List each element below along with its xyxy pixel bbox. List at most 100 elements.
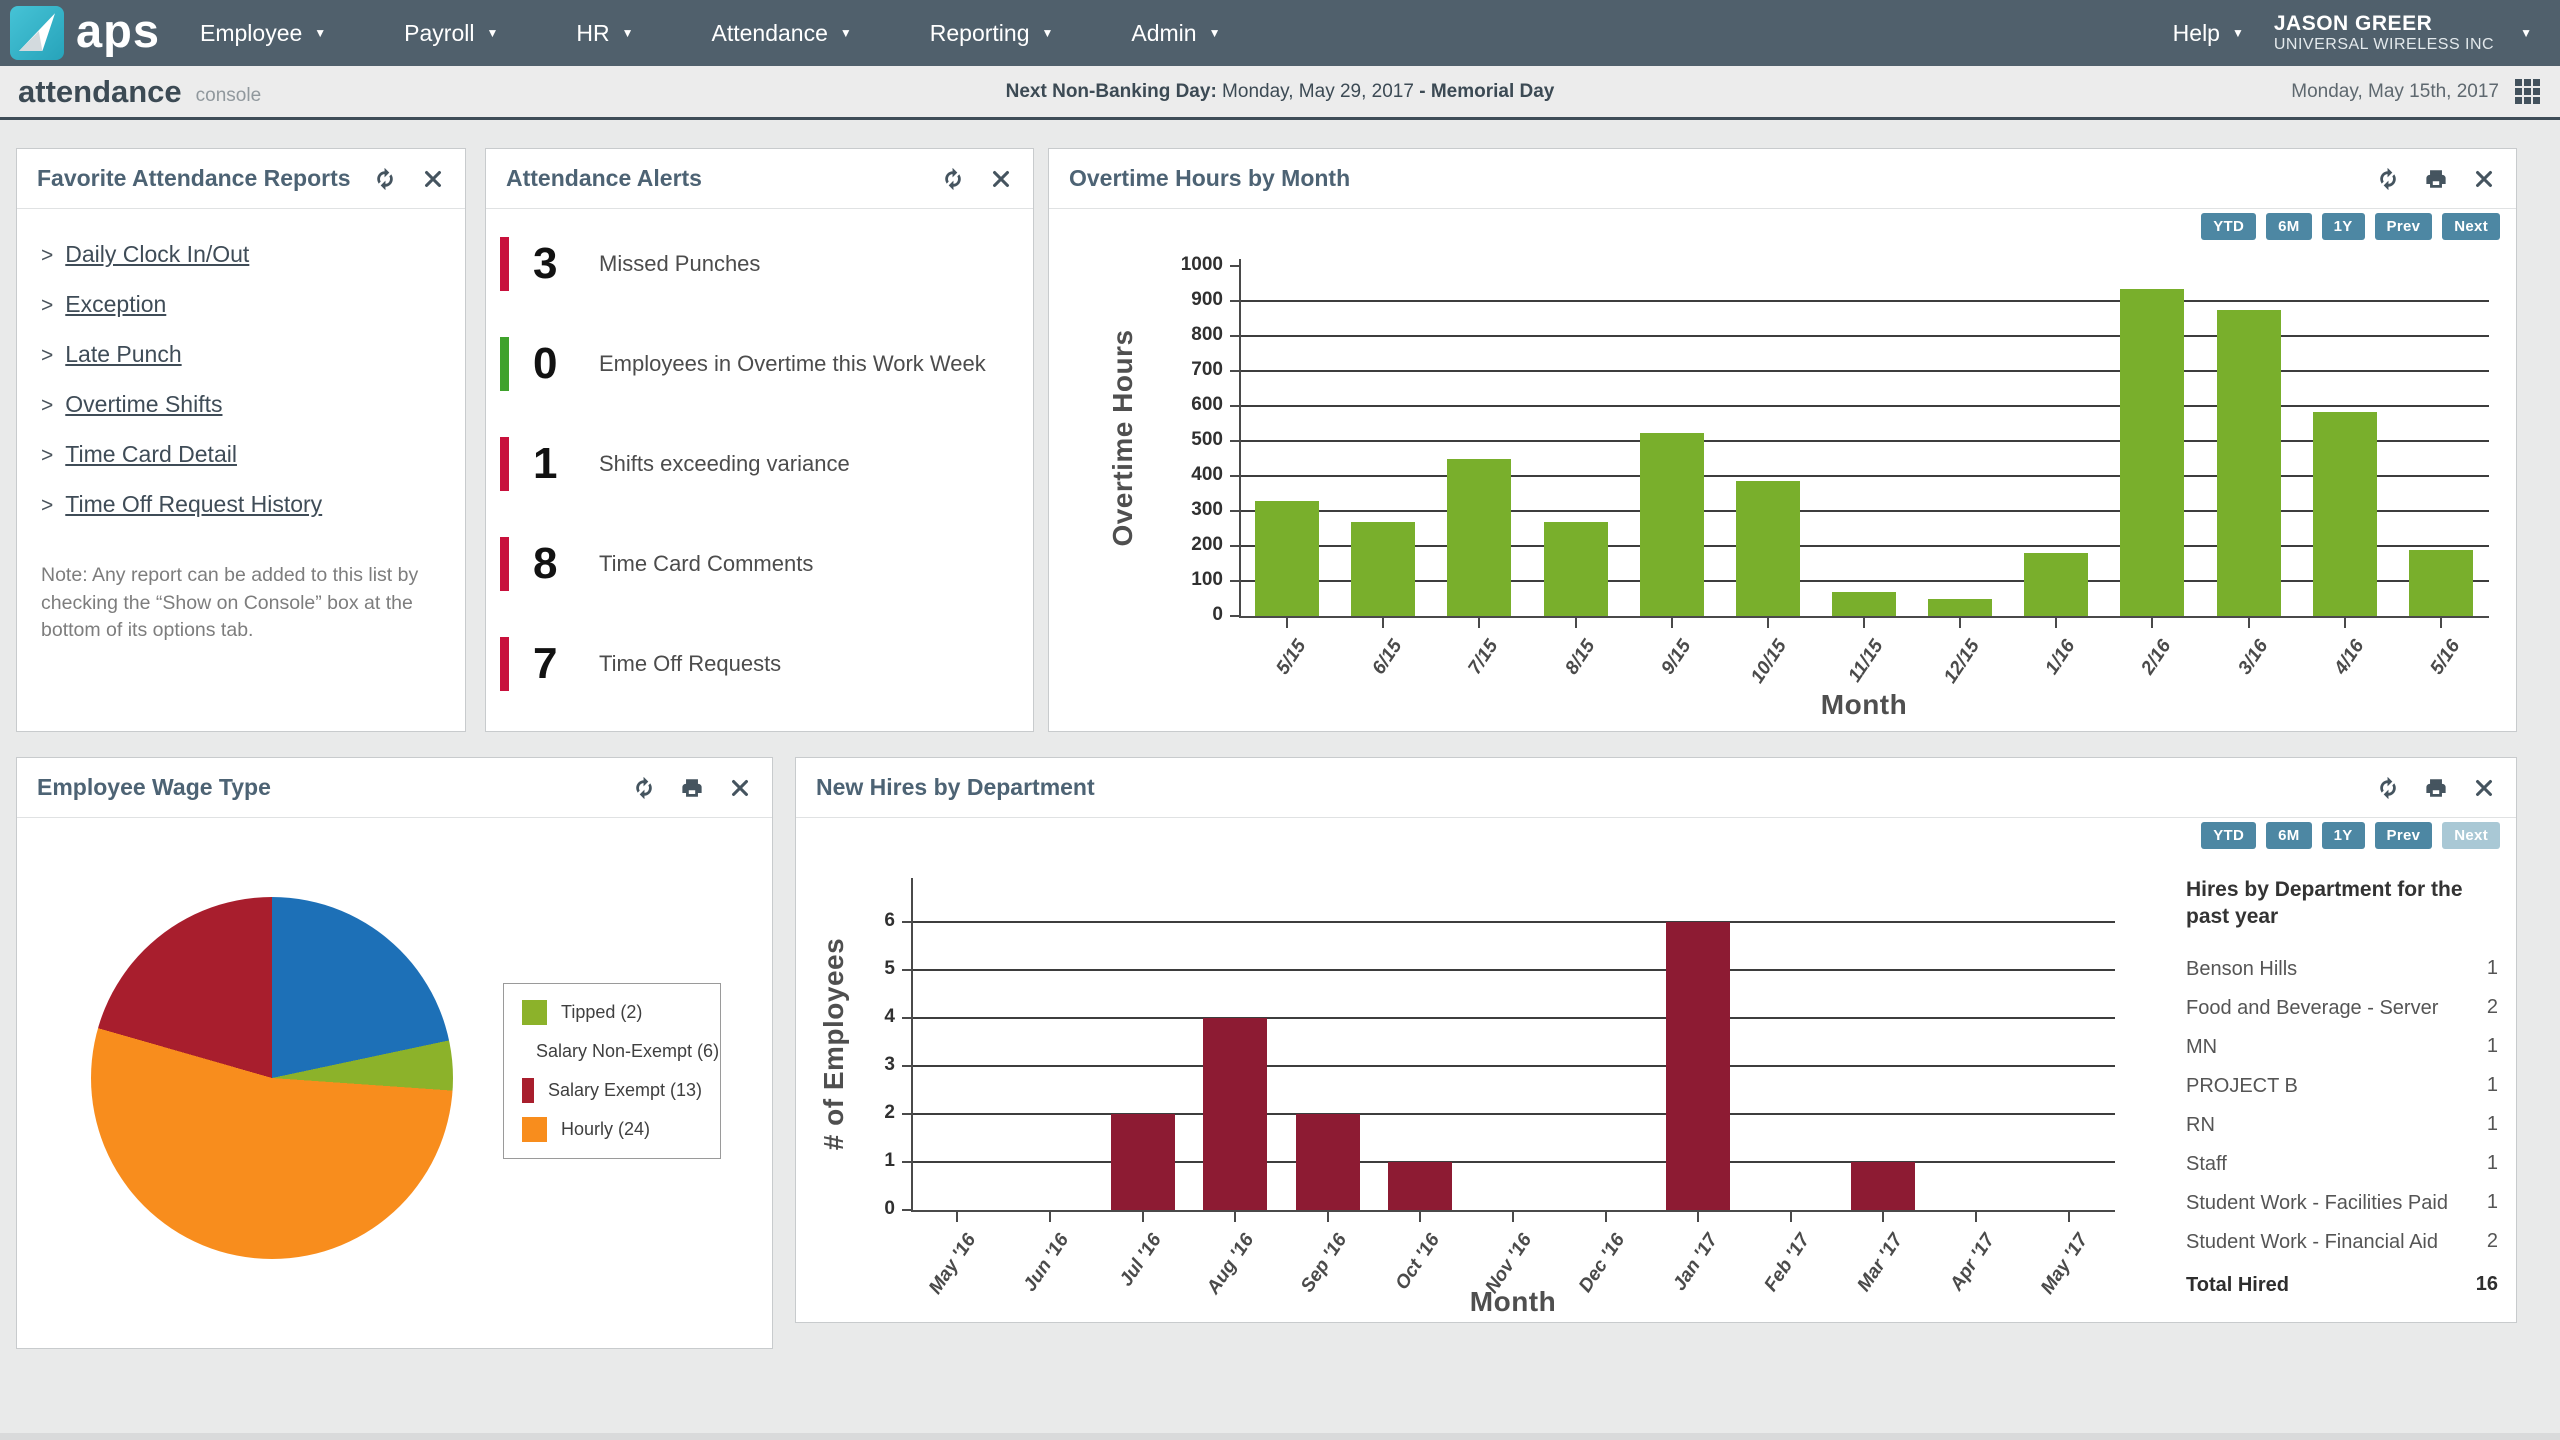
x-tick-label-text: 5/15 bbox=[1272, 636, 1311, 679]
y-tick-label: 6 bbox=[825, 910, 895, 932]
y-tick-label: 1000 bbox=[1153, 254, 1223, 276]
menu-payroll[interactable]: Payroll▼ bbox=[404, 20, 498, 47]
x-tick bbox=[1478, 618, 1480, 628]
x-tick bbox=[2344, 618, 2346, 628]
y-tick-label: 100 bbox=[1153, 569, 1223, 591]
y-tick-label: 800 bbox=[1153, 324, 1223, 346]
menu-label: Admin bbox=[1131, 20, 1196, 47]
alert-label: Time Card Comments bbox=[599, 551, 813, 577]
x-tick-label-text: 5/16 bbox=[2426, 636, 2465, 679]
bar-515 bbox=[1255, 501, 1319, 617]
range-button-1y[interactable]: 1Y bbox=[2322, 213, 2365, 240]
close-icon[interactable] bbox=[989, 167, 1013, 191]
gt-bullet-icon: > bbox=[41, 294, 53, 318]
range-button-prev[interactable]: Prev bbox=[2375, 213, 2433, 240]
hires-summary: Hires by Department for the past year Be… bbox=[2186, 876, 2498, 1298]
refresh-icon[interactable] bbox=[2376, 167, 2400, 191]
report-link[interactable]: Time Card Detail bbox=[65, 441, 237, 468]
department-name: Benson Hills bbox=[2186, 957, 2487, 982]
alerts-list: 3Missed Punches0Employees in Overtime th… bbox=[486, 209, 1033, 691]
legend-item: Salary Non-Exempt (6) bbox=[522, 1039, 702, 1064]
menu-reporting[interactable]: Reporting▼ bbox=[930, 20, 1054, 47]
department-name: Student Work - Financial Aid bbox=[2186, 1230, 2487, 1255]
favorite-reports-list: >Daily Clock In/Out>Exception>Late Punch… bbox=[17, 209, 465, 518]
new-hires-panel: New Hires by Department YTD6M1YPrevNext … bbox=[795, 757, 2517, 1323]
refresh-icon[interactable] bbox=[632, 776, 656, 800]
attendance-alerts-header: Attendance Alerts bbox=[486, 149, 1033, 209]
x-tick-label-text: 9/15 bbox=[1657, 636, 1696, 679]
bar-Mar17 bbox=[1851, 1162, 1915, 1210]
menu-employee[interactable]: Employee▼ bbox=[200, 20, 326, 47]
alert-accent-bar bbox=[500, 537, 509, 591]
menu-attendance[interactable]: Attendance▼ bbox=[712, 20, 852, 47]
hires-summary-rows: Benson Hills1Food and Beverage - Server2… bbox=[2186, 957, 2498, 1255]
x-tick-label-text: May '17 bbox=[2037, 1230, 2093, 1299]
menu-hr[interactable]: HR▼ bbox=[576, 20, 633, 47]
report-link-row: > Exception bbox=[41, 291, 441, 318]
range-button-1y[interactable]: 1Y bbox=[2322, 822, 2365, 849]
attendance-alerts-panel: Attendance Alerts 3Missed Punches0Employ… bbox=[485, 148, 1034, 732]
refresh-icon[interactable] bbox=[373, 167, 397, 191]
range-button-6m[interactable]: 6M bbox=[2266, 822, 2311, 849]
gridline bbox=[911, 1161, 2115, 1163]
close-icon[interactable] bbox=[728, 776, 752, 800]
print-icon[interactable] bbox=[2424, 167, 2448, 191]
range-button-ytd[interactable]: YTD bbox=[2201, 213, 2256, 240]
banner-label: Next Non-Banking Day: bbox=[1006, 81, 1217, 102]
close-icon[interactable] bbox=[2472, 776, 2496, 800]
app-logo[interactable]: aps bbox=[0, 6, 186, 60]
hires-summary-title: Hires by Department for the past year bbox=[2186, 876, 2498, 931]
menu-admin[interactable]: Admin ▼ bbox=[1131, 20, 1220, 47]
help-menu[interactable]: Help ▼ bbox=[2173, 20, 2244, 47]
range-button-next[interactable]: Next bbox=[2442, 213, 2500, 240]
x-tick-label-text: May '16 bbox=[925, 1230, 981, 1299]
x-tick bbox=[1975, 1212, 1977, 1222]
close-icon[interactable] bbox=[421, 167, 445, 191]
summary-row: RN1 bbox=[2186, 1113, 2498, 1138]
bar-216 bbox=[2120, 289, 2184, 616]
x-tick bbox=[1049, 1212, 1051, 1222]
x-tick bbox=[1790, 1212, 1792, 1222]
refresh-icon[interactable] bbox=[2376, 776, 2400, 800]
report-link[interactable]: Overtime Shifts bbox=[65, 391, 222, 418]
range-button-ytd[interactable]: YTD bbox=[2201, 822, 2256, 849]
gridline bbox=[1239, 580, 2489, 582]
department-count: 1 bbox=[2487, 1035, 2498, 1060]
gridline bbox=[1239, 405, 2489, 407]
report-link[interactable]: Late Punch bbox=[65, 341, 181, 368]
new-hires-range-buttons: YTD6M1YPrevNext bbox=[2201, 822, 2500, 849]
x-tick-label-text: Mar '17 bbox=[1853, 1230, 1907, 1296]
x-tick-label-text: Jul '16 bbox=[1116, 1230, 1167, 1291]
print-icon[interactable] bbox=[2424, 776, 2448, 800]
close-icon[interactable] bbox=[2472, 167, 2496, 191]
chevron-down-icon: ▼ bbox=[1209, 27, 1221, 39]
bar-316 bbox=[2217, 310, 2281, 616]
main-menu: Employee▼Payroll▼HR▼Attendance▼Reporting… bbox=[200, 20, 1220, 47]
x-tick-label-text: Jan '17 bbox=[1669, 1230, 1723, 1295]
apps-grid-icon[interactable] bbox=[2515, 79, 2540, 104]
range-button-6m[interactable]: 6M bbox=[2266, 213, 2311, 240]
range-button-prev[interactable]: Prev bbox=[2375, 822, 2433, 849]
alert-label: Missed Punches bbox=[599, 251, 760, 277]
alert-count: 8 bbox=[533, 539, 585, 589]
y-tick-label: 400 bbox=[1153, 464, 1223, 486]
department-count: 2 bbox=[2487, 1230, 2498, 1255]
department-count: 1 bbox=[2487, 1152, 2498, 1177]
print-icon[interactable] bbox=[680, 776, 704, 800]
user-menu[interactable]: JASON GREER UNIVERSAL WIRELESS INC ▼ bbox=[2274, 12, 2532, 54]
y-tick bbox=[902, 1017, 911, 1019]
legend-label: Salary Exempt (13) bbox=[548, 1080, 702, 1101]
x-tick bbox=[1605, 1212, 1607, 1222]
menu-label: Attendance bbox=[712, 20, 828, 47]
chevron-down-icon: ▼ bbox=[486, 27, 498, 39]
page-subtitle: console bbox=[196, 77, 262, 107]
report-link[interactable]: Daily Clock In/Out bbox=[65, 241, 249, 268]
y-tick-label: 5 bbox=[825, 958, 895, 980]
overtime-header: Overtime Hours by Month bbox=[1049, 149, 2516, 209]
gt-bullet-icon: > bbox=[41, 494, 53, 518]
report-link[interactable]: Time Off Request History bbox=[65, 491, 322, 518]
department-name: Staff bbox=[2186, 1152, 2487, 1177]
summary-row: Staff1 bbox=[2186, 1152, 2498, 1177]
refresh-icon[interactable] bbox=[941, 167, 965, 191]
report-link[interactable]: Exception bbox=[65, 291, 166, 318]
